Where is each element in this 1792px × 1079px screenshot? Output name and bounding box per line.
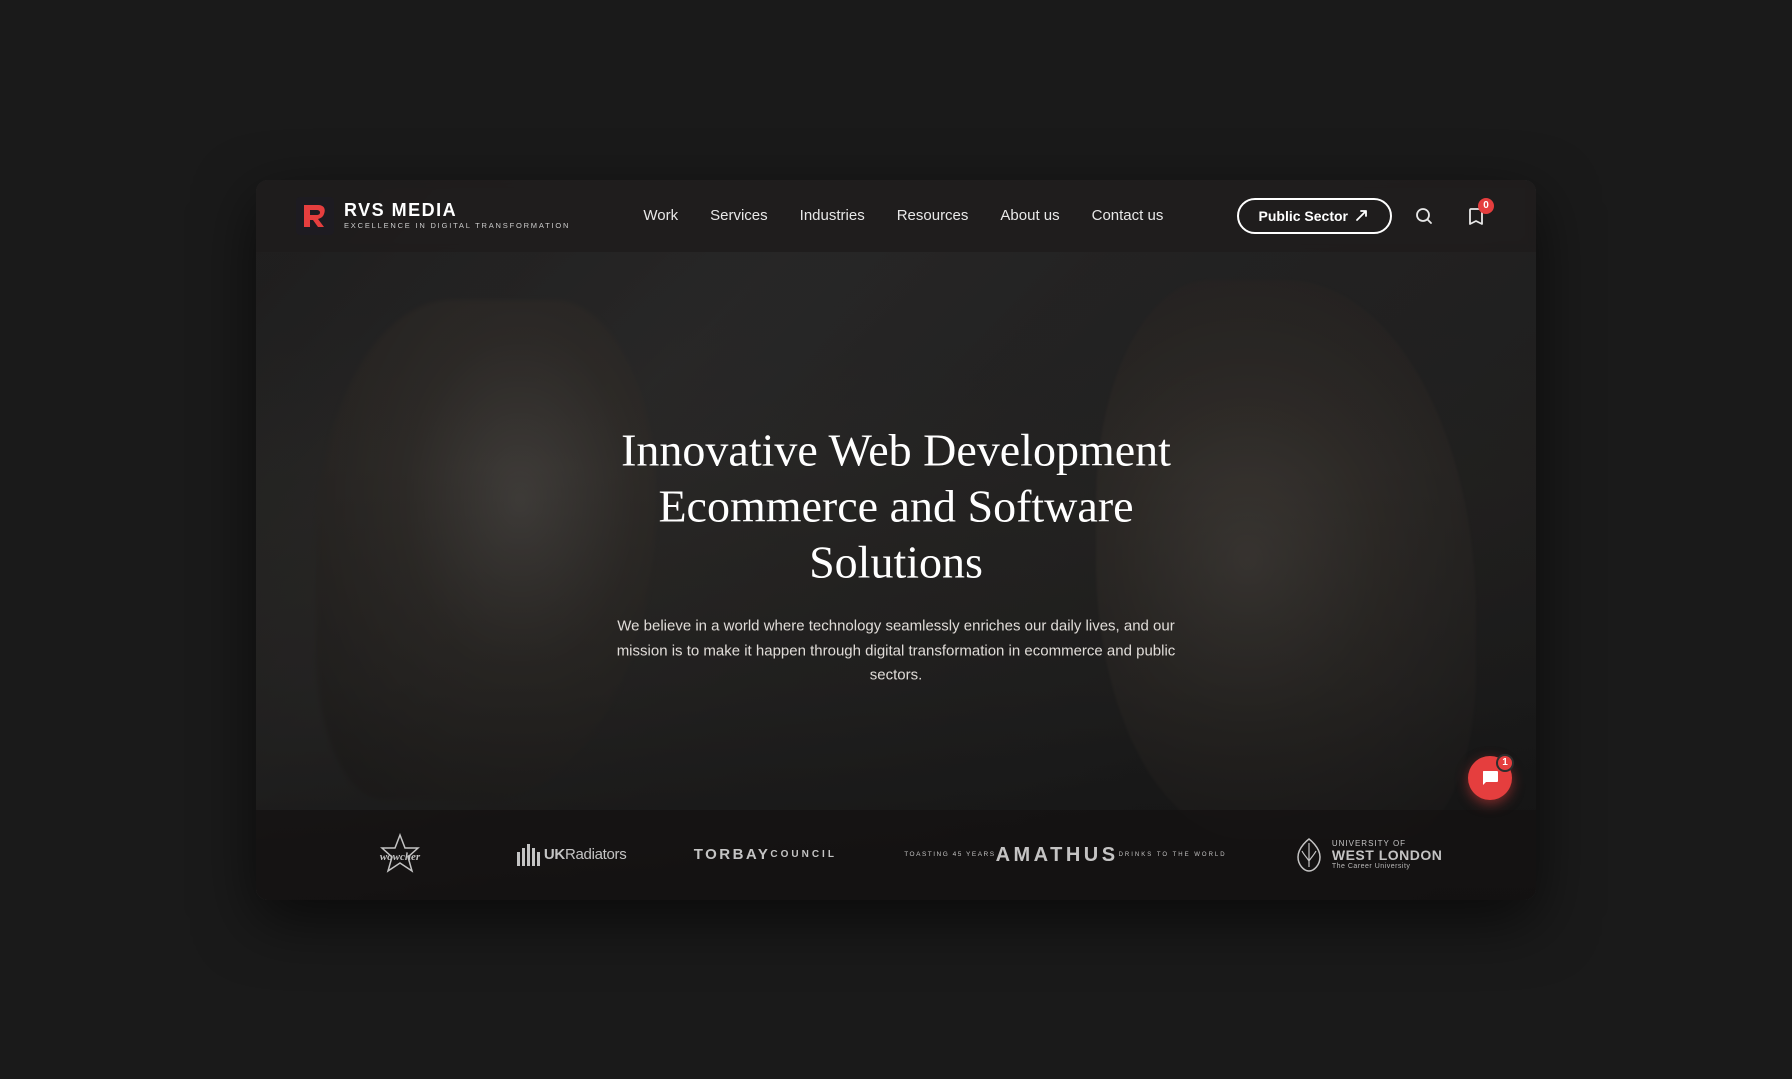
logos-strip: wowcher UKRadiators TORBAY COUNCIL (256, 810, 1536, 900)
logo-amathus: TOASTING 45 YEARS AMATHUS DRINKS TO THE … (904, 845, 1226, 865)
west-london-text: UNIVERSITY OF WEST LONDON The Career Uni… (1332, 839, 1443, 870)
logo-wowcher: wowcher (350, 833, 450, 877)
svg-text:wowcher: wowcher (379, 851, 420, 863)
search-icon (1414, 206, 1434, 226)
chat-badge: 1 (1496, 754, 1514, 772)
wl-sub-label: The Career University (1332, 863, 1443, 870)
nav-link-contact[interactable]: Contact us (1092, 207, 1164, 224)
browser-frame: RVS MEDIA EXCELLENCE IN DIGITAL TRANSFOR… (256, 180, 1536, 900)
urkrad-label: UKRadiators (544, 846, 627, 863)
urkrad-bars-icon (517, 844, 540, 866)
nav-links: Work Services Industries Resources About… (643, 207, 1163, 225)
hero-subtitle: We believe in a world where technology s… (616, 615, 1176, 689)
nav-item-services[interactable]: Services (710, 207, 768, 225)
hero-title: Innovative Web Development Ecommerce and… (576, 422, 1216, 590)
rvs-logo-icon (296, 197, 334, 235)
nav-link-industries[interactable]: Industries (800, 207, 865, 224)
logo-link[interactable]: RVS MEDIA EXCELLENCE IN DIGITAL TRANSFOR… (296, 197, 570, 235)
nav-link-services[interactable]: Services (710, 207, 768, 224)
wl-name-label: WEST LONDON (1332, 848, 1443, 863)
logo-text: RVS MEDIA EXCELLENCE IN DIGITAL TRANSFOR… (344, 201, 570, 231)
logo-torbay-council: TORBAY COUNCIL (694, 847, 837, 862)
nav-item-about[interactable]: About us (1000, 207, 1059, 225)
logo-west-london: UNIVERSITY OF WEST LONDON The Career Uni… (1294, 837, 1443, 873)
logo-uk-radiators: UKRadiators (517, 844, 627, 866)
hero-content: Innovative Web Development Ecommerce and… (576, 422, 1216, 689)
torbay-sub: COUNCIL (770, 849, 837, 860)
nav-item-work[interactable]: Work (643, 207, 678, 225)
wowcher-svg: wowcher (350, 833, 450, 877)
external-link-icon (1354, 208, 1370, 224)
chat-icon (1479, 767, 1501, 789)
nav-item-contact[interactable]: Contact us (1092, 207, 1164, 225)
nav-link-work[interactable]: Work (643, 207, 678, 224)
amathus-name: AMATHUS (996, 845, 1119, 865)
nav-link-resources[interactable]: Resources (897, 207, 969, 224)
chat-widget[interactable]: 1 (1468, 756, 1512, 800)
search-button[interactable] (1404, 196, 1444, 236)
logo-tagline: EXCELLENCE IN DIGITAL TRANSFORMATION (344, 221, 570, 230)
west-london-wing-icon (1294, 837, 1324, 873)
torbay-name: TORBAY (694, 847, 771, 862)
hero-section: RVS MEDIA EXCELLENCE IN DIGITAL TRANSFOR… (256, 180, 1536, 900)
public-sector-button[interactable]: Public Sector (1237, 198, 1392, 234)
navbar: RVS MEDIA EXCELLENCE IN DIGITAL TRANSFOR… (256, 180, 1536, 252)
amathus-top: TOASTING 45 YEARS (904, 851, 995, 858)
nav-right: Public Sector (1237, 196, 1496, 236)
nav-link-about[interactable]: About us (1000, 207, 1059, 224)
nav-item-resources[interactable]: Resources (897, 207, 969, 225)
logo-name: RVS MEDIA (344, 201, 570, 221)
bookmark-badge: 0 (1478, 198, 1494, 214)
bookmark-button[interactable]: 0 (1456, 196, 1496, 236)
amathus-bottom: DRINKS TO THE WORLD (1119, 852, 1227, 858)
nav-item-industries[interactable]: Industries (800, 207, 865, 225)
public-sector-label: Public Sector (1259, 208, 1348, 224)
